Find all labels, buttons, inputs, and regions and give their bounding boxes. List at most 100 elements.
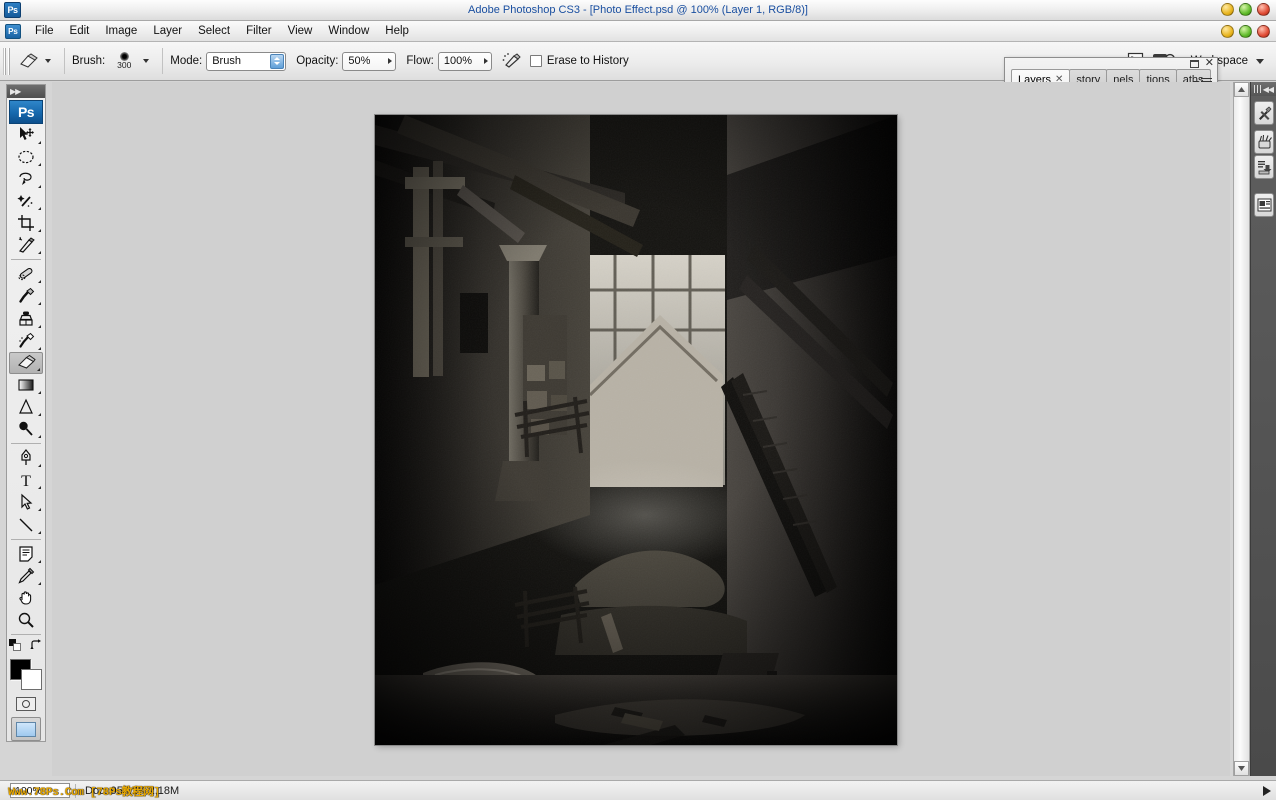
photoshop-window: Ps Adobe Photoshop CS3 - [Photo Effect.p… (0, 0, 1276, 800)
document-size-info: Doc: 958,2K/2,18M (85, 784, 180, 797)
brush-size-value: 300 (117, 60, 132, 70)
mode-label: Mode: (170, 55, 203, 67)
tool-healing-brush[interactable] (9, 263, 43, 285)
tool-eyedropper[interactable] (9, 565, 43, 587)
image-canvas[interactable] (375, 115, 897, 745)
window-controls (1221, 3, 1270, 16)
toolbox: ▶▶ Ps T (6, 84, 46, 742)
window-title: Adobe Photoshop CS3 - [Photo Effect.psd … (468, 4, 808, 16)
tool-lasso[interactable] (9, 168, 43, 190)
opacity-value: 50% (348, 55, 371, 67)
menu-file[interactable]: File (27, 22, 62, 40)
erase-to-history-label: Erase to History (546, 55, 629, 67)
dock-collapse-bar[interactable]: ◀◀ (1251, 82, 1276, 96)
tool-blur[interactable] (9, 396, 43, 418)
menu-bar: Ps File Edit Image Layer Select Filter V… (0, 21, 1276, 42)
tool-eraser[interactable] (9, 351, 43, 374)
status-bar: 100% Doc: 958,2K/2,18M Www.78Ps.Com [78P… (0, 780, 1276, 800)
title-bar: Ps Adobe Photoshop CS3 - [Photo Effect.p… (0, 0, 1276, 21)
tool-magic-wand[interactable] (9, 190, 43, 212)
tool-crop[interactable] (9, 212, 43, 234)
doc-minimize-button[interactable] (1221, 25, 1234, 38)
toolbox-logo: Ps (9, 99, 43, 124)
doc-close-button[interactable] (1257, 25, 1270, 38)
tool-pen[interactable] (9, 447, 43, 469)
brush-chevron-down-icon[interactable] (143, 59, 150, 63)
airbrush-toggle-icon[interactable] (500, 50, 524, 72)
tool-brush[interactable] (9, 285, 43, 307)
panel-window-controls: ✕ (1189, 58, 1214, 69)
flow-label: Flow: (406, 55, 434, 67)
screen-mode-button[interactable] (11, 716, 41, 742)
photo-effect-image (375, 115, 897, 745)
opacity-input[interactable]: 50% (342, 51, 397, 71)
workspace-chevron-down-icon[interactable] (1256, 58, 1264, 64)
document-icon: Ps (5, 23, 21, 39)
tool-move[interactable] (9, 124, 43, 146)
menu-edit[interactable]: Edit (62, 22, 98, 40)
blend-mode-value: Brush (212, 55, 241, 67)
scroll-down-button[interactable] (1234, 761, 1249, 776)
blend-mode-stepper-icon[interactable] (270, 53, 285, 69)
tool-rectangular-marquee[interactable] (9, 146, 43, 168)
default-colors-icon[interactable] (9, 638, 22, 655)
panel-close-icon[interactable]: ✕ (1205, 58, 1214, 69)
tool-path-selection[interactable] (9, 491, 43, 513)
double-chevron-right-icon: ▶▶ (10, 86, 21, 96)
tool-presets-panel-icon[interactable] (1254, 101, 1274, 125)
tool-preset-chevron-down-icon[interactable] (45, 59, 51, 63)
background-color-swatch[interactable] (21, 668, 42, 690)
tool-hand[interactable] (9, 587, 43, 609)
flow-slider-arrow-icon[interactable] (483, 58, 488, 64)
tool-notes[interactable] (9, 543, 43, 565)
menu-view[interactable]: View (280, 22, 321, 40)
doc-maximize-button[interactable] (1239, 25, 1252, 38)
minimize-button[interactable] (1221, 3, 1234, 16)
eraser-tool-icon[interactable] (15, 50, 41, 72)
menu-select[interactable]: Select (190, 22, 238, 40)
maximize-button[interactable] (1239, 3, 1252, 16)
layer-comps-panel-icon[interactable] (1254, 193, 1274, 217)
svg-text:T: T (21, 473, 31, 489)
color-swatches (9, 658, 43, 691)
tool-slice[interactable] (9, 234, 43, 256)
quick-mask-toggle[interactable] (9, 696, 43, 713)
blend-mode-select[interactable]: Brush (206, 51, 287, 71)
menu-window[interactable]: Window (320, 22, 377, 40)
tool-zoom[interactable] (9, 609, 43, 631)
tool-clone-stamp[interactable] (9, 307, 43, 329)
dock-grip-icon (1254, 85, 1262, 93)
panel-minimize-icon[interactable] (1189, 59, 1199, 68)
tool-gradient[interactable] (9, 374, 43, 396)
close-button[interactable] (1257, 3, 1270, 16)
flow-input[interactable]: 100% (437, 51, 492, 71)
menu-help[interactable]: Help (377, 22, 417, 40)
opacity-slider-arrow-icon[interactable] (388, 58, 393, 64)
tool-type[interactable]: T (9, 469, 43, 491)
zoom-level-value: 100% (15, 784, 42, 797)
color-mini-controls (9, 638, 43, 655)
tool-dodge[interactable] (9, 418, 43, 440)
tool-line[interactable] (9, 513, 43, 535)
clone-source-panel-icon[interactable] (1254, 155, 1274, 179)
divider (162, 48, 164, 74)
canvas-vertical-scrollbar[interactable] (1233, 82, 1250, 776)
zoom-level-input[interactable]: 100% (10, 783, 70, 798)
swap-colors-icon[interactable] (30, 639, 43, 655)
options-bar-grip[interactable] (3, 47, 10, 75)
document-area (52, 82, 1230, 776)
menu-image[interactable]: Image (97, 22, 145, 40)
erase-to-history-checkbox[interactable] (529, 55, 542, 67)
dock-group-1 (1254, 101, 1274, 125)
brushes-panel-icon[interactable] (1254, 130, 1274, 154)
menu-layer[interactable]: Layer (145, 22, 190, 40)
toolbox-collapse-bar[interactable]: ▶▶ (7, 85, 45, 98)
status-menu-arrow-icon[interactable] (1258, 783, 1276, 799)
dock-group-3 (1254, 193, 1274, 217)
menu-filter[interactable]: Filter (238, 22, 280, 40)
brush-preview[interactable]: 300 (109, 52, 139, 70)
right-panel-dock: ◀◀ (1250, 82, 1276, 776)
scroll-up-button[interactable] (1234, 82, 1249, 97)
tool-history-brush[interactable] (9, 330, 43, 352)
brush-label: Brush: (72, 55, 106, 67)
